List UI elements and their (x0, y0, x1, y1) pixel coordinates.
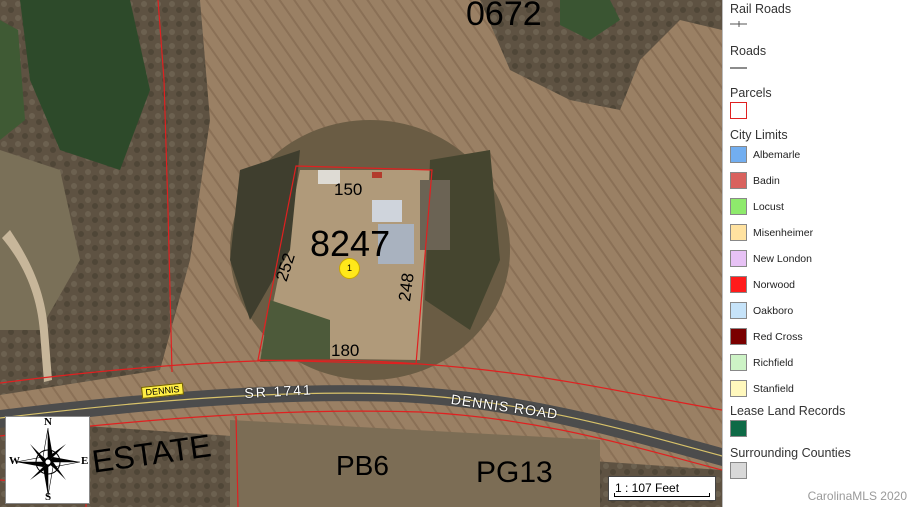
compass-south: S (45, 491, 52, 503)
plat-book-label: PB6 (336, 450, 389, 481)
legend-swatch (730, 328, 747, 345)
legend-item-new-london: New London (730, 250, 812, 267)
legend-label: Norwood (753, 278, 796, 291)
legend-label: Badin (753, 174, 780, 187)
legend-label: Oakboro (753, 304, 794, 317)
legend-item-oakboro: Oakboro (730, 302, 793, 319)
legend-label: Albemarle (753, 148, 801, 161)
legend-heading-roads: Roads (730, 44, 767, 58)
legend-heading-counties: Surrounding Counties (730, 446, 851, 460)
legend-swatch (730, 354, 747, 371)
legend-item-badin: Badin (730, 172, 780, 189)
legend-item-albemarle: Albemarle (730, 146, 800, 163)
compass-east: E (81, 455, 89, 467)
legend-label: Misenheimer (753, 226, 814, 239)
scale-bar-graphic (614, 493, 710, 497)
legend-item-misenheimer: Misenheimer (730, 224, 813, 241)
legend-swatch (730, 146, 747, 163)
legend-label: Red Cross (753, 330, 803, 343)
rail-line-icon (730, 21, 747, 27)
legend-heading-rail-roads: Rail Roads (730, 2, 792, 16)
legend-heading-parcels: Parcels (730, 86, 772, 100)
parcel-number[interactable]: 8247 (310, 226, 390, 262)
parcel-outline-icon (730, 102, 747, 119)
property-marker[interactable]: 1 (339, 258, 360, 279)
compass-west: W (9, 455, 20, 467)
road-line-icon (730, 67, 747, 69)
legend-swatch (730, 172, 747, 189)
legend-swatch (730, 380, 747, 397)
legend-label: Richfield (753, 356, 794, 369)
lot-dimension-north: 150 (334, 180, 363, 199)
parcel-number-north: 0672 (466, 0, 542, 33)
plat-page-label: PG13 (476, 456, 553, 489)
legend-swatch (730, 224, 747, 241)
lot-dimension-east: 248 (395, 271, 418, 303)
legend-label: Stanfield (753, 382, 794, 395)
lot-dimension-south: 180 (331, 341, 360, 360)
scale-bar: 1 : 107 Feet (608, 476, 716, 501)
north-arrow: N S W E (5, 416, 90, 504)
legend-label: Locust (753, 200, 784, 213)
legend-swatch (730, 276, 747, 293)
legend-swatch (730, 302, 747, 319)
legend-swatch (730, 250, 747, 267)
map-viewer: 0672 8247 150 180 252 248 ESTATE PB6 PG1… (0, 0, 912, 507)
legend-item-norwood: Norwood (730, 276, 795, 293)
legend-item-richfield: Richfield (730, 354, 793, 371)
legend-item-stanfield: Stanfield (730, 380, 794, 397)
legend-item-red-cross: Red Cross (730, 328, 803, 345)
copyright-text: CarolinaMLS 2020 (807, 489, 907, 503)
compass-north: N (44, 416, 52, 428)
map-legend: Rail Roads Roads Parcels City Limits Alb… (722, 0, 912, 507)
legend-label: New London (753, 252, 812, 265)
legend-item-locust: Locust (730, 198, 784, 215)
legend-heading-lease-land: Lease Land Records (730, 404, 846, 418)
legend-swatch (730, 198, 747, 215)
route-label: SR 1741 (243, 381, 314, 401)
counties-swatch (730, 462, 747, 479)
legend-heading-city-limits: City Limits (730, 128, 788, 142)
lease-land-swatch (730, 420, 747, 437)
aerial-map[interactable]: 0672 8247 150 180 252 248 ESTATE PB6 PG1… (0, 0, 722, 507)
